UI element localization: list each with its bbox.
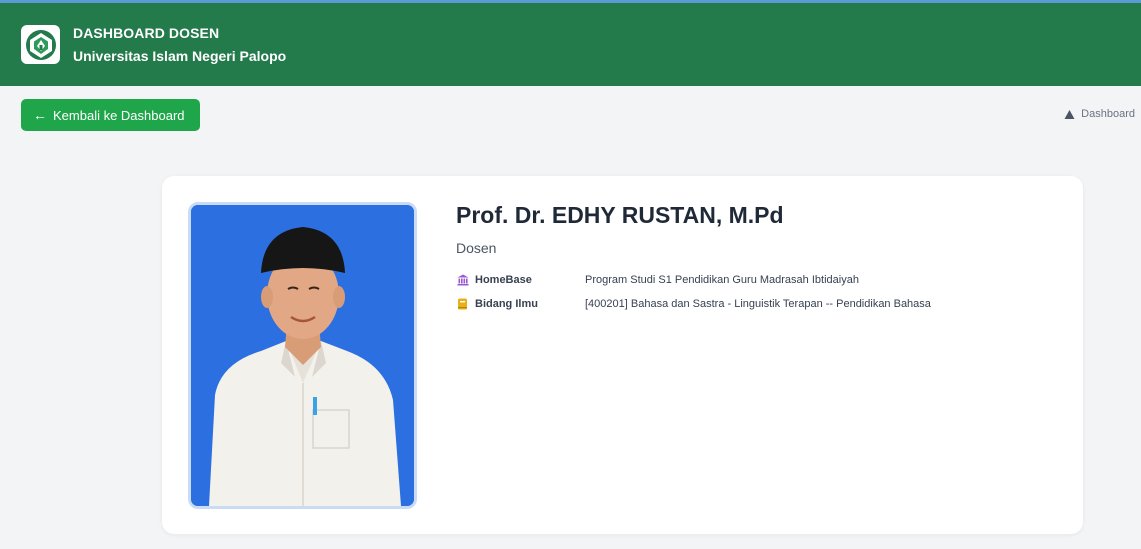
info-label: Bidang Ilmu [456,298,585,311]
homebase-label: HomeBase [475,274,532,286]
profile-card: Prof. Dr. EDHY RUSTAN, M.Pd Dosen HomeBa… [162,176,1083,534]
info-row-bidang-ilmu: Bidang Ilmu [400201] Bahasa dan Sastra -… [456,296,931,312]
uin-palopo-logo-icon [21,25,60,64]
lecturer-role: Dosen [456,240,497,256]
back-button-label: Kembali ke Dashboard [53,107,185,123]
triangle-up-icon [1064,109,1075,119]
info-label: HomeBase [456,274,585,287]
homebase-value: Program Studi S1 Pendidikan Guru Madrasa… [585,274,859,286]
bidang-ilmu-value: [400201] Bahasa dan Sastra - Linguistik … [585,298,931,310]
arrow-left-icon: ← [33,107,47,123]
profile-photo [188,202,417,509]
breadcrumb-label: Dashboard [1081,108,1135,120]
lecturer-name: Prof. Dr. EDHY RUSTAN, M.Pd [456,202,784,228]
book-icon [456,298,469,311]
bidang-ilmu-label: Bidang Ilmu [475,298,538,310]
breadcrumb[interactable]: Dashboard [1064,108,1135,120]
info-row-homebase: HomeBase Program Studi S1 Pendidikan Gur… [456,272,859,288]
university-icon [456,274,469,287]
back-to-dashboard-button[interactable]: ← Kembali ke Dashboard [21,99,200,131]
app-header: DASHBOARD DOSEN Universitas Islam Negeri… [0,3,1141,86]
header-subtitle: Universitas Islam Negeri Palopo [73,48,287,64]
header-title: DASHBOARD DOSEN [73,25,220,41]
